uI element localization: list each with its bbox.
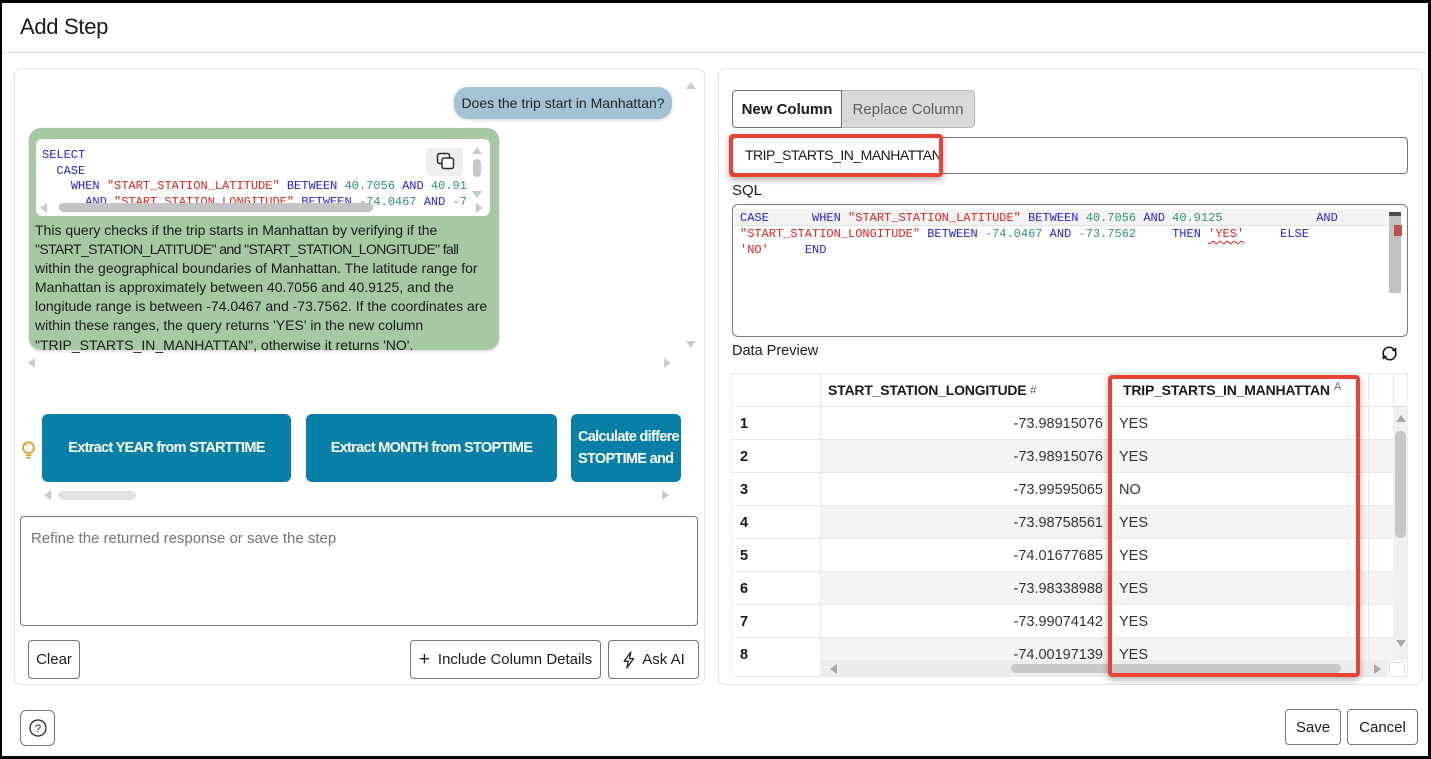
svg-text:?: ? <box>34 723 40 735</box>
